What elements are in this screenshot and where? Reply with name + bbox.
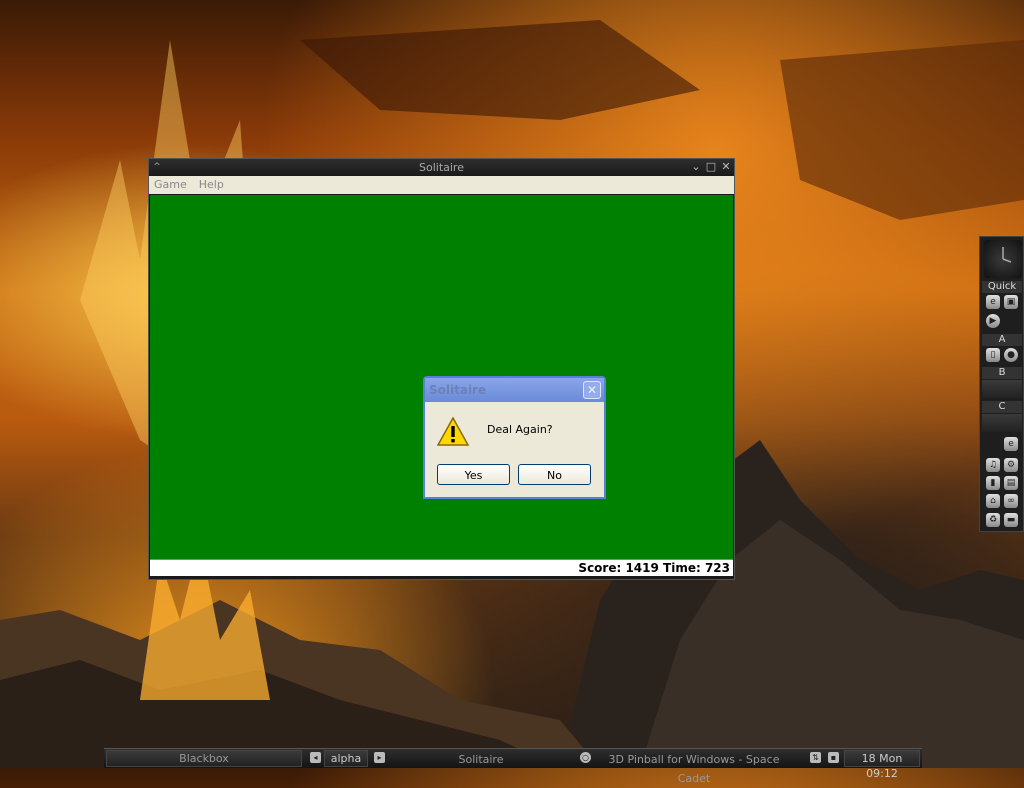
task-label: 3D Pinball for Windows - Space Cadet xyxy=(608,753,780,785)
next-workspace-icon[interactable]: ▸ xyxy=(374,752,385,763)
yes-button[interactable]: Yes xyxy=(437,464,510,485)
printer-icon[interactable]: ▤ xyxy=(1004,476,1018,490)
group-label-b: B xyxy=(982,367,1022,379)
deal-again-dialog: Solitaire ✕ Deal Again? Yes No xyxy=(423,376,606,499)
disc-icon[interactable]: ● xyxy=(1004,348,1018,362)
maximize-icon[interactable]: □ xyxy=(705,161,717,173)
dialog-title: Solitaire xyxy=(429,383,487,397)
clock-hands-icon xyxy=(1002,247,1012,263)
prev-workspace-icon[interactable]: ◂ xyxy=(310,752,321,763)
group-label-quick: Quick xyxy=(982,281,1022,293)
media-player-icon[interactable]: ▶ xyxy=(986,314,1000,328)
side-toolbar: Quick e ▣ ▶ A ▯ ● B C e ♫ ⚙ ▮ ▤ ⌂ ∞ ♻ ▬ xyxy=(979,236,1024,532)
group-label-a: A xyxy=(982,334,1022,346)
taskbar: Blackbox ◂ alpha ▸ Solitaire ○ 3D Pinbal… xyxy=(104,748,922,785)
desktop-switcher[interactable]: alpha xyxy=(324,750,368,767)
clock-text: 18 Mon 09:12 xyxy=(861,752,903,780)
group-b-area xyxy=(982,380,1022,398)
solitaire-window: ^ Solitaire ⌄ □ ✕ Game Help Score: 1419 … xyxy=(148,158,735,580)
window-title: Solitaire xyxy=(419,161,464,174)
desktop-name: alpha xyxy=(330,752,362,765)
settings-icon[interactable]: ∞ xyxy=(1004,494,1018,508)
workspace-name: Blackbox xyxy=(179,752,229,765)
warning-icon xyxy=(437,417,469,446)
menu-help[interactable]: Help xyxy=(199,176,224,194)
keyboard-icon[interactable]: ▬ xyxy=(1004,513,1018,527)
pinball-icon: ○ xyxy=(580,752,591,763)
dialog-message: Deal Again? xyxy=(487,423,553,436)
computer-icon[interactable]: ▯ xyxy=(986,348,1000,362)
group-label-c: C xyxy=(982,401,1022,413)
menu-bar: Game Help xyxy=(149,176,734,194)
window-menu-icon[interactable]: ^ xyxy=(152,162,162,172)
analog-clock xyxy=(984,240,1022,278)
tool-icon[interactable]: ⚙ xyxy=(1004,458,1018,472)
browser-icon[interactable]: e xyxy=(1004,437,1018,451)
recycle-icon[interactable]: ♻ xyxy=(986,513,1000,527)
clock-box[interactable]: 18 Mon 09:12 xyxy=(844,750,920,780)
tray-icon[interactable]: ▪ xyxy=(828,752,839,763)
trash-icon[interactable]: ▮ xyxy=(986,476,1000,490)
task-solitaire[interactable]: Solitaire xyxy=(388,750,574,767)
app-icon[interactable]: ▣ xyxy=(1004,295,1018,309)
group-c-area xyxy=(982,414,1022,432)
task-pinball[interactable]: 3D Pinball for Windows - Space Cadet xyxy=(594,750,794,785)
window-titlebar[interactable]: ^ Solitaire ⌄ □ ✕ xyxy=(149,159,734,176)
no-button[interactable]: No xyxy=(518,464,591,485)
task-label: Solitaire xyxy=(458,753,504,766)
close-icon[interactable]: ✕ xyxy=(720,161,732,173)
dialog-titlebar[interactable]: Solitaire ✕ xyxy=(425,378,604,402)
score-time-text: Score: 1419 Time: 723 xyxy=(578,561,730,575)
network-tray-icon[interactable]: ⇅ xyxy=(810,752,821,763)
status-bar: Score: 1419 Time: 723 xyxy=(150,559,733,576)
network-icon[interactable]: ⌂ xyxy=(986,494,1000,508)
workspace-label[interactable]: Blackbox xyxy=(106,750,302,767)
minimize-icon[interactable]: ⌄ xyxy=(690,161,702,173)
media-icon[interactable]: ♫ xyxy=(986,458,1000,472)
dialog-close-icon[interactable]: ✕ xyxy=(583,381,601,399)
menu-game[interactable]: Game xyxy=(154,176,187,194)
internet-explorer-icon[interactable]: e xyxy=(986,295,1000,309)
